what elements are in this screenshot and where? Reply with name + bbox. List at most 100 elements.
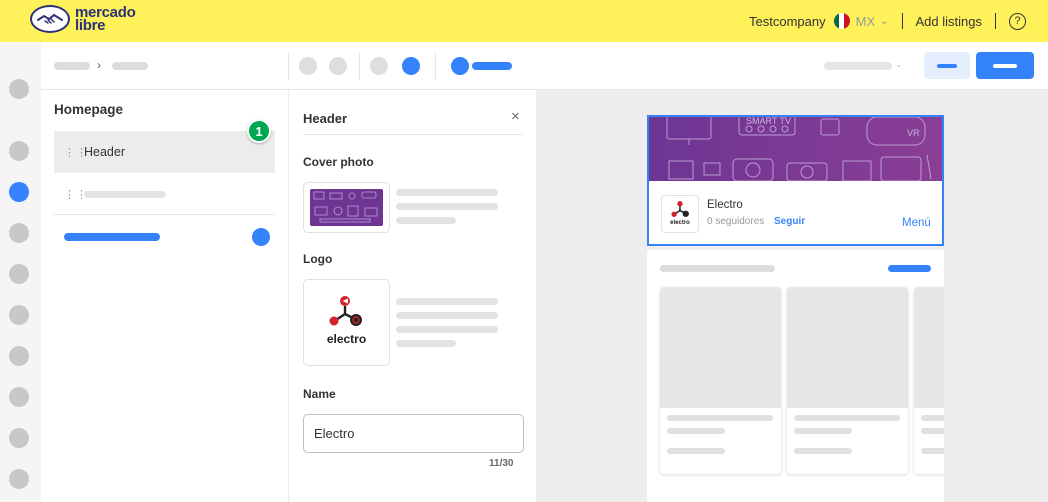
sections-panel: Homepage ⋮⋮ Header 1 ⋮⋮ xyxy=(41,90,288,502)
top-bar: mercado libre Testcompany MX ⌄ Add listi… xyxy=(0,0,1048,42)
text-placeholder xyxy=(667,415,773,421)
text-placeholder xyxy=(794,415,900,421)
text-placeholder xyxy=(794,448,852,454)
header-editor-panel: Header × Cover photo Logo electro Name E… xyxy=(288,90,536,502)
toolbar-button[interactable] xyxy=(329,57,347,75)
section-item-label: Header xyxy=(84,145,125,159)
text-placeholder xyxy=(396,189,498,196)
name-label: Name xyxy=(303,387,336,401)
brand-name: mercado libre xyxy=(75,5,136,33)
text-placeholder xyxy=(921,448,944,454)
text-placeholder xyxy=(921,428,944,434)
store-header-preview[interactable]: SMART TV VR electro Electro 0 seguidores… xyxy=(647,115,944,246)
toolbar-button[interactable] xyxy=(299,57,317,75)
toolbar-toggle[interactable] xyxy=(451,57,469,75)
mercadolibre-logo[interactable]: mercado libre xyxy=(30,5,136,33)
breadcrumb-placeholder[interactable] xyxy=(54,62,90,70)
section-item-placeholder xyxy=(84,190,166,198)
left-rail xyxy=(0,42,41,502)
help-icon[interactable]: ? xyxy=(1009,12,1026,30)
add-section-icon[interactable] xyxy=(252,228,270,246)
store-name-input[interactable] xyxy=(303,414,524,453)
rail-item[interactable] xyxy=(9,264,29,284)
product-image-placeholder xyxy=(914,287,944,408)
rail-item[interactable] xyxy=(9,469,29,489)
section-title-placeholder xyxy=(660,265,775,272)
text-placeholder xyxy=(396,217,456,224)
cover-photo-image xyxy=(310,189,383,226)
chevron-down-icon[interactable]: ⌄ xyxy=(895,59,903,70)
primary-button[interactable] xyxy=(976,52,1034,79)
product-card[interactable] xyxy=(660,287,781,474)
menu-link[interactable]: Menú xyxy=(902,217,931,229)
store-preview: SMART TV VR electro Electro 0 seguidores… xyxy=(536,90,1048,502)
rail-item-active[interactable] xyxy=(9,182,29,202)
electronics-pattern-icon xyxy=(313,191,378,223)
handshake-icon xyxy=(30,5,70,33)
divider xyxy=(359,52,360,80)
store-logo-text: electro xyxy=(670,220,690,226)
text-placeholder xyxy=(396,203,498,210)
see-all-link[interactable] xyxy=(888,265,931,272)
logo-label: Logo xyxy=(303,252,333,266)
text-placeholder xyxy=(667,448,725,454)
text-placeholder xyxy=(396,298,498,305)
account-area: Testcompany MX ⌄ Add listings ? xyxy=(749,0,1026,42)
divider xyxy=(288,52,289,80)
electro-logo-icon xyxy=(329,296,362,326)
rail-item[interactable] xyxy=(9,346,29,366)
product-image-placeholder xyxy=(787,287,908,408)
add-section-link[interactable] xyxy=(64,233,160,241)
secondary-button[interactable] xyxy=(924,52,970,79)
toolbar-button-active[interactable] xyxy=(402,57,420,75)
divider xyxy=(303,134,523,135)
rail-item[interactable] xyxy=(9,141,29,161)
rail-item[interactable] xyxy=(9,223,29,243)
logo-thumbnail[interactable]: electro xyxy=(303,279,390,366)
rail-item[interactable] xyxy=(9,387,29,407)
divider xyxy=(54,214,275,215)
chevron-right-icon: › xyxy=(97,58,101,72)
section-item-header[interactable]: ⋮⋮ Header xyxy=(54,131,275,173)
product-card[interactable] xyxy=(787,287,908,474)
divider xyxy=(435,52,436,80)
text-placeholder xyxy=(396,340,456,347)
section-item[interactable]: ⋮⋮ xyxy=(54,173,275,215)
drag-handle-icon[interactable]: ⋮⋮ xyxy=(64,146,87,159)
store-logo: electro xyxy=(661,195,699,233)
follow-link[interactable]: Seguir xyxy=(774,216,805,227)
divider xyxy=(995,13,996,29)
cover-photo-label: Cover photo xyxy=(303,155,374,169)
breadcrumb-placeholder[interactable] xyxy=(112,62,148,70)
text-placeholder xyxy=(396,312,498,319)
text-placeholder xyxy=(921,415,944,421)
cover-text-smart-tv: SMART TV xyxy=(746,117,791,126)
toolbar-button[interactable] xyxy=(370,57,388,75)
store-info: electro Electro 0 seguidores Seguir Menú xyxy=(649,181,942,244)
drag-handle-icon[interactable]: ⋮⋮ xyxy=(64,188,87,201)
text-placeholder xyxy=(396,326,498,333)
close-icon[interactable]: × xyxy=(511,108,520,125)
add-listings-link[interactable]: Add listings xyxy=(916,14,982,29)
editor-title: Header xyxy=(303,111,348,126)
text-placeholder xyxy=(667,428,725,434)
logo-brand-text: electro xyxy=(326,332,367,346)
cover-photo-thumbnail[interactable] xyxy=(303,182,390,233)
text-placeholder xyxy=(794,428,852,434)
device-select-placeholder[interactable] xyxy=(824,62,892,70)
rail-item[interactable] xyxy=(9,305,29,325)
cover-text-vr: VR xyxy=(907,128,920,138)
sections-title: Homepage xyxy=(54,102,124,117)
listings-preview xyxy=(647,250,944,502)
country-selector[interactable]: MX xyxy=(856,14,876,29)
character-counter: 11/30 xyxy=(489,458,514,469)
rail-item[interactable] xyxy=(9,428,29,448)
store-name: Electro xyxy=(707,199,743,211)
toolbar-toggle-label[interactable] xyxy=(472,62,512,70)
electronics-pattern-icon: SMART TV VR xyxy=(666,117,932,181)
product-card[interactable] xyxy=(914,287,944,474)
rail-item[interactable] xyxy=(9,79,29,99)
account-name[interactable]: Testcompany xyxy=(749,14,826,29)
mexico-flag-icon[interactable] xyxy=(833,13,850,29)
chevron-down-icon[interactable]: ⌄ xyxy=(880,16,888,27)
